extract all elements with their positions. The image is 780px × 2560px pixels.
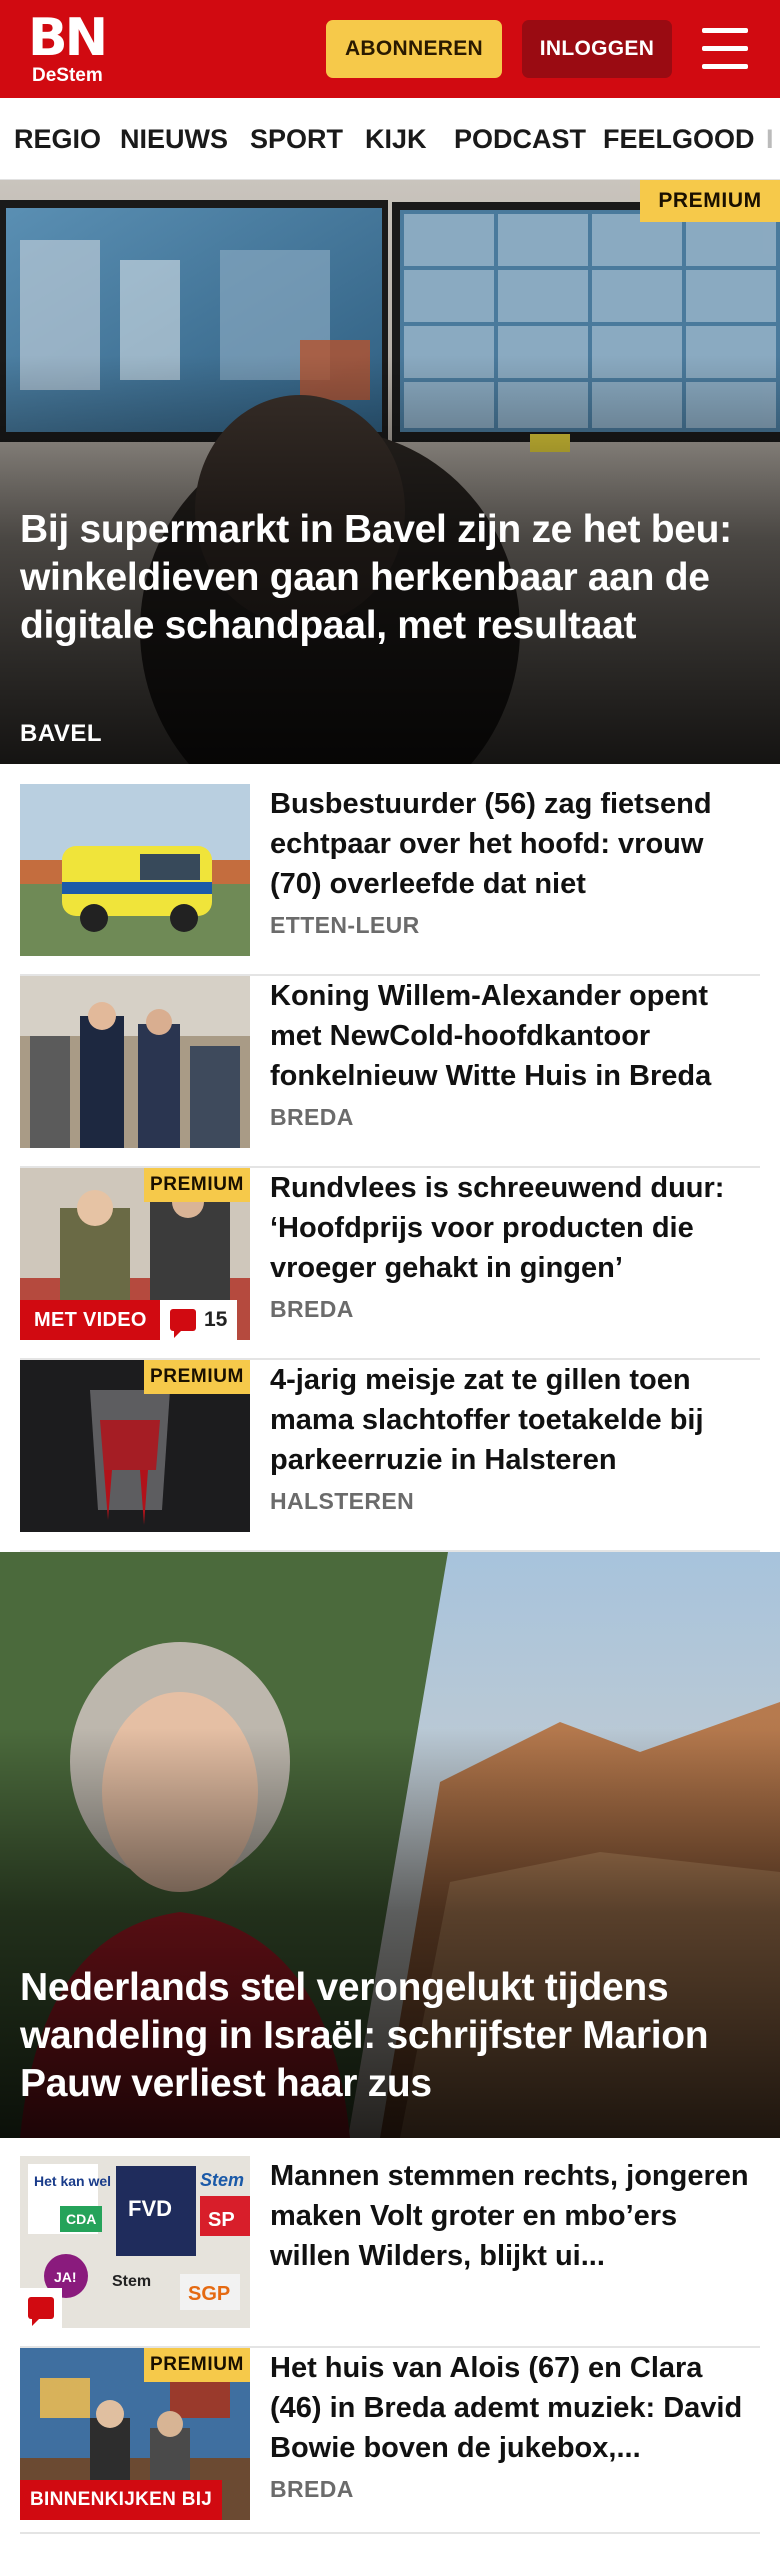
- nav-item-overflow[interactable]: I: [766, 98, 774, 179]
- site-header: BN DeStem ABONNEREN INLOGGEN: [0, 0, 780, 98]
- section-nav: REGIO NIEUWS SPORT KIJK PODCAST FEELGOOD…: [0, 98, 780, 180]
- logo-main-text: BN: [28, 8, 108, 68]
- ambulance-photo: [20, 784, 250, 956]
- hero-article-supermarket[interactable]: PREMIUM Bij supermarkt in Bavel zijn ze …: [0, 180, 780, 764]
- article-thumbnail: [20, 784, 250, 956]
- article-item[interactable]: Koning Willem-Alexander opent met NewCol…: [20, 976, 760, 1168]
- hero-headline[interactable]: Nederlands stel verongelukt tijdens wand…: [20, 1964, 760, 2108]
- article-item[interactable]: PREMIUM 4-jarig meisje zat te gillen toe…: [20, 1360, 760, 1552]
- article-thumbnail: PREMIUM BINNENKIJKEN BIJ: [20, 2348, 250, 2520]
- article-item[interactable]: Busbestuurder (56) zag fietsend echtpaar…: [20, 784, 760, 976]
- nav-item-regio[interactable]: REGIO: [14, 98, 101, 179]
- hero-article-israel[interactable]: Nederlands stel verongelukt tijdens wand…: [0, 1552, 780, 2138]
- article-location: BREDA: [270, 1104, 354, 1130]
- subscribe-button[interactable]: ABONNEREN: [326, 20, 502, 78]
- article-headline[interactable]: Koning Willem-Alexander opent met NewCol…: [270, 976, 754, 1096]
- premium-badge: PREMIUM: [144, 1168, 250, 1202]
- article-location: HALSTEREN: [270, 1488, 415, 1514]
- poster-text: CDA: [66, 2211, 96, 2227]
- comment-count: 15: [204, 1308, 228, 1331]
- king-opening-photo: [20, 976, 250, 1148]
- nav-item-nieuws[interactable]: NIEUWS: [120, 98, 228, 179]
- article-location: BREDA: [270, 1296, 354, 1322]
- comment-count-badge[interactable]: [20, 2288, 62, 2328]
- article-item[interactable]: PREMIUM BINNENKIJKEN BIJ Het huis van Al…: [20, 2348, 760, 2534]
- comment-icon: [170, 1309, 196, 1338]
- login-button[interactable]: INLOGGEN: [522, 20, 672, 78]
- article-thumbnail: Het kan wel CDA FVD Stem SP JA! Stem SGP: [20, 2156, 250, 2328]
- nav-item-feelgood[interactable]: FEELGOOD: [603, 98, 755, 179]
- comment-count-badge[interactable]: 15: [160, 1300, 238, 1340]
- article-headline[interactable]: Rundvlees is schreeuwend duur: ‘Hoofdpri…: [270, 1168, 754, 1288]
- article-headline[interactable]: Mannen stemmen rechts, jongeren maken Vo…: [270, 2156, 754, 2276]
- poster-text: Het kan wel: [34, 2173, 111, 2189]
- video-badge[interactable]: MET VIDEO: [20, 1300, 161, 1340]
- hamburger-menu-icon[interactable]: [698, 26, 752, 72]
- hero-location: BAVEL: [20, 720, 103, 747]
- category-badge[interactable]: BINNENKIJKEN BIJ: [20, 2480, 223, 2520]
- article-thumbnail: [20, 976, 250, 1148]
- nav-item-kijk[interactable]: KIJK: [365, 98, 427, 179]
- poster-text: FVD: [128, 2196, 172, 2221]
- article-item[interactable]: Het kan wel CDA FVD Stem SP JA! Stem SGP…: [20, 2156, 760, 2348]
- article-thumbnail: PREMIUM MET VIDEO 15: [20, 1168, 250, 1340]
- comment-icon: [28, 2297, 54, 2326]
- site-logo[interactable]: BN DeStem: [28, 8, 120, 86]
- article-headline[interactable]: Busbestuurder (56) zag fietsend echtpaar…: [270, 784, 754, 904]
- premium-badge: PREMIUM: [640, 180, 780, 222]
- premium-badge: PREMIUM: [144, 1360, 250, 1394]
- article-headline[interactable]: 4-jarig meisje zat te gillen toen mama s…: [270, 1360, 754, 1480]
- poster-text: SP: [208, 2209, 235, 2231]
- article-item[interactable]: PREMIUM MET VIDEO 15 Rundvlees is schree…: [20, 1168, 760, 1360]
- poster-text: Stem: [200, 2170, 244, 2190]
- poster-text: Stem: [112, 2273, 151, 2290]
- logo-sub-text: DeStem: [32, 65, 103, 86]
- poster-text: JA!: [54, 2269, 77, 2285]
- nav-item-podcast[interactable]: PODCAST: [454, 98, 586, 179]
- article-thumbnail: PREMIUM: [20, 1360, 250, 1532]
- premium-badge: PREMIUM: [144, 2348, 250, 2382]
- article-headline[interactable]: Het huis van Alois (67) en Clara (46) in…: [270, 2348, 754, 2468]
- article-location: ETTEN-LEUR: [270, 912, 420, 938]
- hero-headline[interactable]: Bij supermarkt in Bavel zijn ze het beu:…: [20, 506, 760, 650]
- article-location: BREDA: [270, 2476, 354, 2502]
- nav-item-sport[interactable]: SPORT: [250, 98, 343, 179]
- poster-text: SGP: [188, 2283, 230, 2305]
